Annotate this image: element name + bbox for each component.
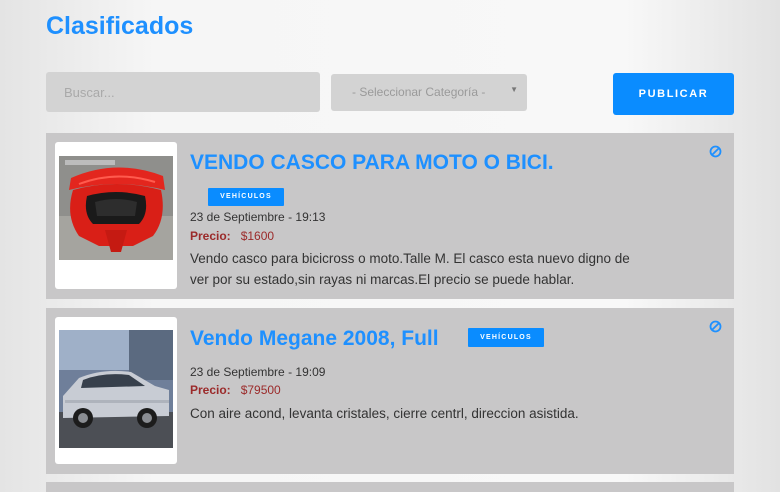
price-label: Precio: <box>190 383 231 397</box>
block-icon[interactable] <box>709 145 722 158</box>
listing-price: Precio: $1600 <box>190 229 274 243</box>
listing-title[interactable]: VENDO CASCO PARA MOTO O BICI. <box>190 151 554 175</box>
listing-description: Vendo casco para bicicross o moto.Talle … <box>190 251 630 287</box>
listing-card[interactable]: Vendo Megane 2008, Full VEHÍCULOS 23 de … <box>46 308 734 474</box>
listing-date: 23 de Septiembre - 19:09 <box>190 365 326 379</box>
price-label: Precio: <box>190 229 231 243</box>
helmet-photo <box>59 156 173 260</box>
listing-price: Precio: $79500 <box>190 383 281 397</box>
listing-thumbnail[interactable] <box>55 142 177 289</box>
listing-title[interactable]: Vendo Megane 2008, Full <box>190 327 439 351</box>
listing-thumbnail[interactable] <box>55 317 177 464</box>
category-select-value: - Seleccionar Categoría - <box>352 85 486 99</box>
block-icon[interactable] <box>709 320 722 333</box>
price-value: $79500 <box>240 383 281 397</box>
search-input[interactable] <box>46 72 320 112</box>
listing-card[interactable]: VENDO CASCO PARA MOTO O BICI. VEHÍCULOS … <box>46 133 734 299</box>
category-badge[interactable]: VEHÍCULOS <box>208 188 284 206</box>
category-select[interactable]: - Seleccionar Categoría - ▼ <box>331 74 527 111</box>
car-photo <box>59 330 173 448</box>
publish-button[interactable]: PUBLICAR <box>613 73 734 115</box>
category-badge[interactable]: VEHÍCULOS <box>468 328 544 347</box>
caret-down-icon: ▼ <box>510 85 518 94</box>
page-title: Clasificados <box>46 12 194 40</box>
listing-description: Con aire acond, levanta cristales, cierr… <box>190 406 579 421</box>
listing-date: 23 de Septiembre - 19:13 <box>190 210 326 224</box>
price-value: $1600 <box>240 229 275 243</box>
